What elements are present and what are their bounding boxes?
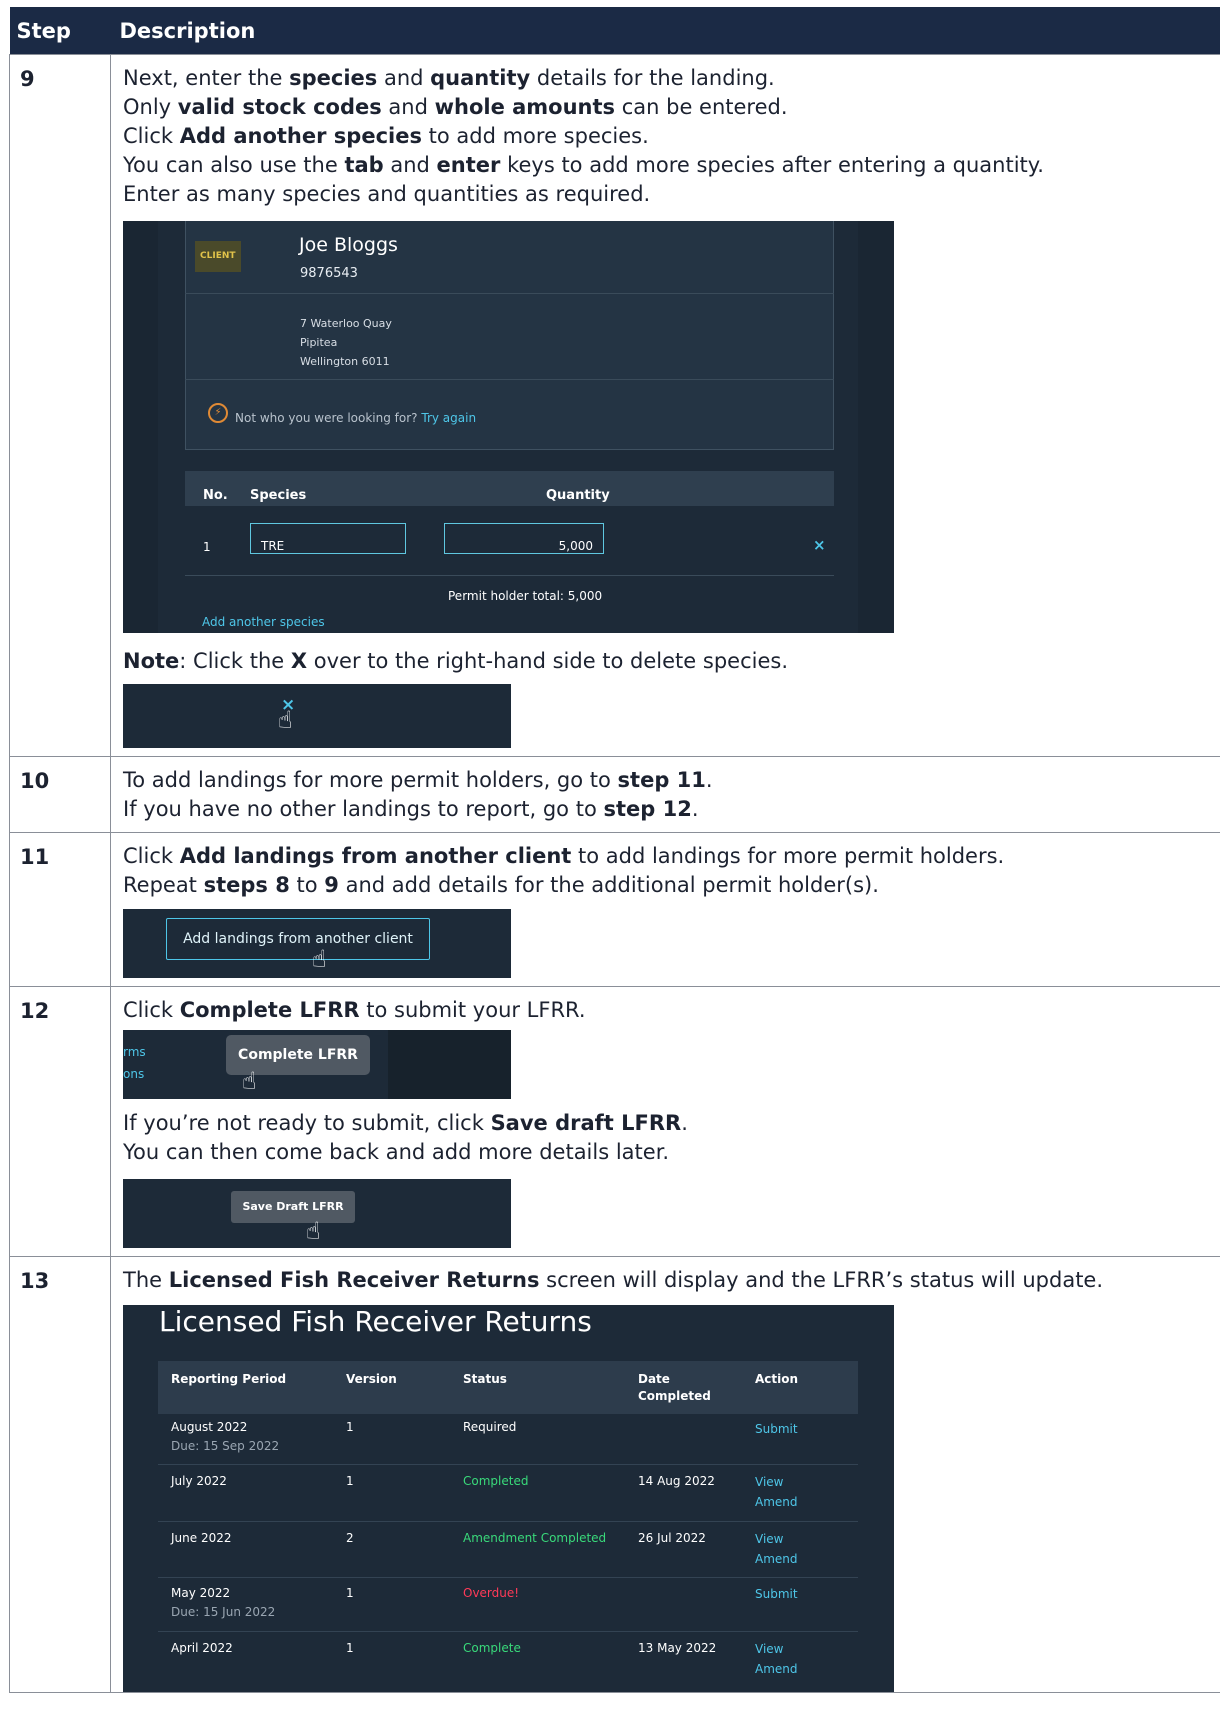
instruction-line: Click Complete LFRR to submit your LFRR. bbox=[123, 998, 586, 1022]
col-action: Action bbox=[755, 1372, 799, 1386]
quantity-input[interactable]: 5,000 bbox=[444, 523, 604, 554]
row-date: 13 May 2022 bbox=[638, 1641, 717, 1655]
row-period: August 2022 bbox=[171, 1420, 248, 1434]
table-header-row: Step Description bbox=[9, 7, 1220, 55]
instruction-line: Repeat steps 8 to 9 and add details for … bbox=[123, 873, 879, 897]
row-date: 14 Aug 2022 bbox=[638, 1474, 715, 1488]
step-description: To add landings for more permit holders,… bbox=[110, 756, 1220, 833]
step-row-9: 9 Next, enter the species and quantity d… bbox=[9, 54, 1220, 757]
row-due: Due: 15 Sep 2022 bbox=[171, 1439, 280, 1453]
species-input[interactable]: TRE bbox=[250, 523, 406, 554]
row-status: Required bbox=[463, 1420, 517, 1434]
instruction-line: Enter as many species and quantities as … bbox=[123, 182, 651, 206]
instruction-line: Only valid stock codes and whole amounts… bbox=[123, 95, 788, 119]
instruction-line: Next, enter the species and quantity det… bbox=[123, 66, 775, 90]
save-draft-screenshot: Save Draft LFRR ☝ bbox=[123, 1179, 511, 1248]
cut-off-link: ons bbox=[123, 1067, 145, 1081]
steps-table: Step Description 9 Next, enter the speci… bbox=[9, 7, 1220, 1693]
row-status: Completed bbox=[463, 1474, 529, 1488]
step-number: 11 bbox=[9, 832, 111, 987]
instruction-line: To add landings for more permit holders,… bbox=[123, 768, 713, 792]
row-status: Complete bbox=[463, 1641, 521, 1655]
amend-link[interactable]: Amend bbox=[755, 1493, 798, 1512]
lfrr-list-screenshot: Licensed Fish Receiver Returns Reporting… bbox=[123, 1305, 894, 1692]
complete-lfrr-screenshot: rms ons Complete LFRR ☝ bbox=[123, 1030, 511, 1099]
instruction-line: The Licensed Fish Receiver Returns scree… bbox=[123, 1268, 1104, 1292]
step-description: Next, enter the species and quantity det… bbox=[110, 54, 1220, 757]
step-number: 13 bbox=[9, 1256, 111, 1693]
col-species: Species bbox=[250, 488, 307, 503]
view-link[interactable]: View bbox=[755, 1530, 783, 1549]
hand-cursor-icon: ☝ bbox=[242, 1067, 257, 1095]
amend-link[interactable]: Amend bbox=[755, 1660, 798, 1679]
step-description: The Licensed Fish Receiver Returns scree… bbox=[110, 1256, 1220, 1693]
amend-link[interactable]: Amend bbox=[755, 1550, 798, 1569]
row-period: May 2022 bbox=[171, 1586, 231, 1600]
note-line: Note: Click the X over to the right-hand… bbox=[123, 649, 788, 673]
step-row-13: 13 The Licensed Fish Receiver Returns sc… bbox=[9, 1256, 1220, 1693]
client-name: Joe Bloggs bbox=[299, 234, 398, 256]
col-quantity: Quantity bbox=[546, 488, 610, 503]
instruction-line: You can then come back and add more deta… bbox=[123, 1140, 670, 1164]
submit-link[interactable]: Submit bbox=[755, 1420, 798, 1439]
step-number: 12 bbox=[9, 986, 111, 1257]
view-link[interactable]: View bbox=[755, 1473, 783, 1492]
row-date: 26 Jul 2022 bbox=[638, 1531, 706, 1545]
step-description: Click Add landings from another client t… bbox=[110, 832, 1220, 987]
step-row-10: 10 To add landings for more permit holde… bbox=[9, 756, 1220, 833]
row-status: Amendment Completed bbox=[463, 1531, 607, 1545]
step-description: Click Complete LFRR to submit your LFRR.… bbox=[110, 986, 1220, 1257]
step-number: 10 bbox=[9, 756, 111, 833]
col-version: Version bbox=[346, 1372, 397, 1386]
header-description: Description bbox=[110, 7, 1220, 55]
instruction-line: Click Add landings from another client t… bbox=[123, 844, 1005, 868]
col-no: No. bbox=[203, 488, 228, 503]
row-version: 1 bbox=[346, 1420, 354, 1434]
add-landings-button[interactable]: Add landings from another client bbox=[166, 918, 430, 960]
instruction-line: Click Add another species to add more sp… bbox=[123, 124, 649, 148]
permit-holder-total: Permit holder total: 5,000 bbox=[448, 589, 603, 603]
add-landings-screenshot: Add landings from another client ☝ bbox=[123, 909, 511, 978]
instruction-document: Step Description 9 Next, enter the speci… bbox=[0, 0, 1220, 1718]
try-again-link[interactable]: Try again bbox=[421, 411, 476, 425]
not-who-text: Not who you were looking for? Try again bbox=[235, 411, 477, 425]
instruction-line: If you have no other landings to report,… bbox=[123, 797, 699, 821]
step-row-11: 11 Click Add landings from another clien… bbox=[9, 832, 1220, 987]
client-species-screenshot: CLIENT Joe Bloggs 9876543 7 Waterloo Qua… bbox=[123, 221, 894, 633]
header-step: Step bbox=[9, 7, 111, 55]
row-period: July 2022 bbox=[171, 1474, 227, 1488]
row-version: 1 bbox=[346, 1474, 354, 1488]
col-date: Date bbox=[638, 1372, 670, 1386]
hand-cursor-icon: ☝ bbox=[312, 945, 327, 973]
col-reporting-period: Reporting Period bbox=[171, 1372, 287, 1386]
client-badge: CLIENT bbox=[195, 241, 241, 272]
hand-cursor-icon: ☝ bbox=[278, 706, 293, 734]
instruction-line: If you’re not ready to submit, click Sav… bbox=[123, 1111, 688, 1135]
hand-cursor-icon: ☝ bbox=[306, 1217, 321, 1245]
view-link[interactable]: View bbox=[755, 1640, 783, 1659]
row-period: April 2022 bbox=[171, 1641, 233, 1655]
row-version: 1 bbox=[346, 1586, 354, 1600]
client-number: 9876543 bbox=[300, 266, 358, 281]
delete-species-icon[interactable]: × bbox=[813, 531, 826, 560]
row-status: Overdue! bbox=[463, 1586, 520, 1600]
step-number: 9 bbox=[9, 54, 111, 757]
row-period: June 2022 bbox=[171, 1531, 232, 1545]
step-row-12: 12 Click Complete LFRR to submit your LF… bbox=[9, 986, 1220, 1257]
lfrr-page-title: Licensed Fish Receiver Returns bbox=[159, 1305, 592, 1338]
row-due: Due: 15 Jun 2022 bbox=[171, 1605, 276, 1619]
row-version: 2 bbox=[346, 1531, 354, 1545]
warning-icon: ⚡ bbox=[208, 403, 228, 423]
row-version: 1 bbox=[346, 1641, 354, 1655]
delete-x-screenshot: × ☝ bbox=[123, 684, 511, 748]
row-number: 1 bbox=[203, 540, 211, 554]
submit-link[interactable]: Submit bbox=[755, 1585, 798, 1604]
instruction-line: You can also use the tab and enter keys … bbox=[123, 153, 1044, 177]
save-draft-lfrr-button[interactable]: Save Draft LFRR bbox=[231, 1191, 355, 1223]
client-address: 7 Waterloo Quay Pipitea Wellington 6011 bbox=[300, 317, 392, 368]
add-another-species-link[interactable]: Add another species bbox=[202, 608, 325, 633]
col-completed: Completed bbox=[638, 1389, 711, 1403]
col-status: Status bbox=[463, 1372, 507, 1386]
